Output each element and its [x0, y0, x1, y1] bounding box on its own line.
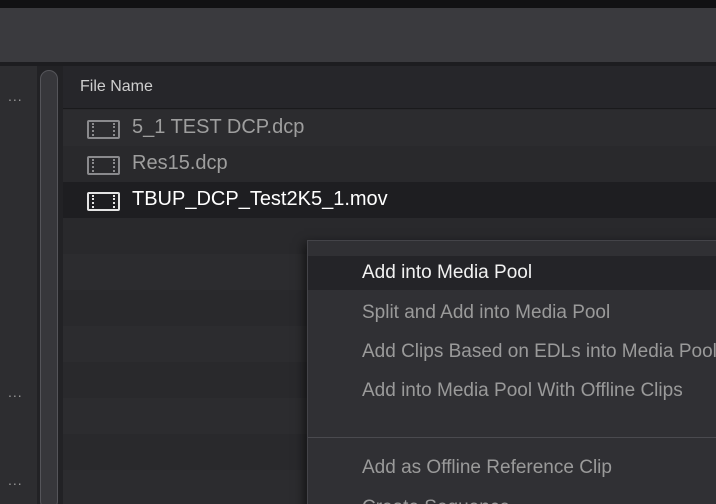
file-row[interactable]: Res15.dcp: [63, 146, 716, 182]
file-name: Res15.dcp: [132, 152, 228, 174]
file-name: TBUP_DCP_Test2K5_1.mov: [132, 188, 388, 210]
film-clip-icon: [87, 156, 120, 175]
file-row[interactable]: 5_1 TEST DCP.dcp: [63, 110, 716, 146]
sidebar: ... ... ...: [0, 66, 37, 504]
top-edge: [0, 0, 716, 8]
film-clip-icon: [87, 192, 120, 211]
file-row-selected[interactable]: TBUP_DCP_Test2K5_1.mov: [63, 182, 716, 218]
file-name: 5_1 TEST DCP.dcp: [132, 116, 305, 138]
column-header-label: File Name: [80, 78, 153, 95]
sidebar-more-button[interactable]: ...: [8, 384, 23, 400]
menu-item-add-offline-reference[interactable]: Add as Offline Reference Clip: [308, 451, 716, 485]
context-menu: Add into Media Pool Split and Add into M…: [307, 240, 716, 504]
column-header-file-name[interactable]: File Name: [63, 66, 716, 109]
menu-item-add-with-offline-clips[interactable]: Add into Media Pool With Offline Clips: [308, 374, 716, 408]
menu-separator: [308, 437, 716, 438]
menu-item-add-into-media-pool[interactable]: Add into Media Pool: [308, 256, 716, 290]
toolbar: [0, 8, 716, 63]
scrollbar-thumb[interactable]: [40, 70, 58, 504]
sidebar-more-button[interactable]: ...: [8, 88, 23, 104]
film-clip-icon: [87, 120, 120, 139]
menu-item-split-and-add[interactable]: Split and Add into Media Pool: [308, 296, 716, 330]
menu-item-add-clips-based-on-edls[interactable]: Add Clips Based on EDLs into Media Pool: [308, 335, 716, 369]
media-storage-panel: ... ... ... File Name 5_1 TEST DCP.dcp R…: [0, 0, 716, 504]
menu-item-create-sequence[interactable]: Create Sequence: [308, 491, 716, 504]
sidebar-more-button[interactable]: ...: [8, 472, 23, 488]
